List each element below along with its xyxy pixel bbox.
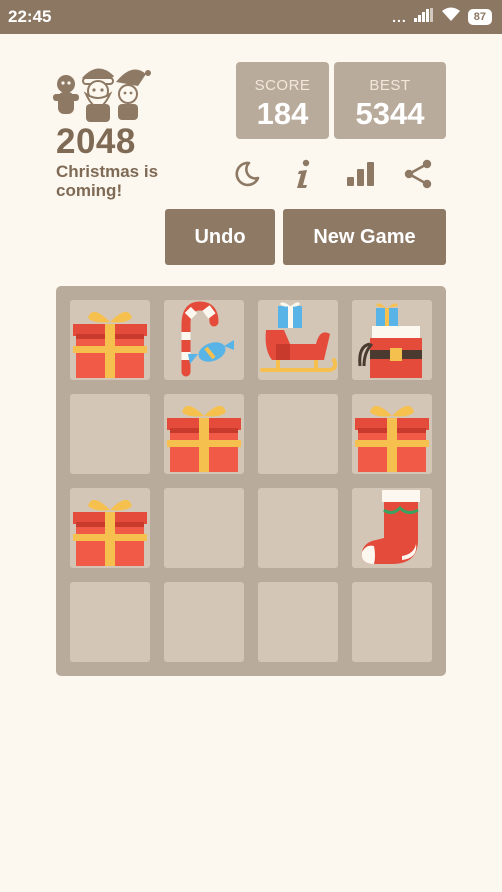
tile-candy-cane [164,300,244,380]
santa-sack-icon [352,300,432,380]
game-title: 2048 [56,122,136,161]
best-score-box: BEST 5344 [334,62,446,139]
signal-icon [413,7,434,27]
tile-gift-box [70,488,150,568]
christmas-logo [52,58,162,126]
candy-cane-icon [164,300,244,380]
status-icons: ... 87 [392,7,492,27]
empty-cell [70,582,150,662]
gift-box-icon [70,488,150,568]
info-icon[interactable] [283,154,323,194]
empty-cell [70,394,150,474]
best-value: 5344 [355,96,425,131]
empty-cell [258,394,338,474]
new-game-button[interactable]: New Game [283,209,446,265]
empty-cell [164,582,244,662]
sleigh-icon [258,300,338,380]
share-icon[interactable] [398,154,438,194]
score-label: SCORE [254,77,311,94]
game-subtitle: Christmas is coming! [56,162,159,200]
tile-gift-box [352,394,432,474]
tile-santa-sack [352,300,432,380]
toolbar-icons [226,154,446,194]
status-time: 22:45 [8,7,52,26]
notification-dots: ... [392,9,407,25]
gift-box-icon [70,300,150,380]
wifi-icon [441,7,461,27]
status-bar: 22:45 ... 87 [0,0,502,34]
stocking-icon [352,488,432,568]
empty-cell [352,582,432,662]
empty-cell [258,582,338,662]
empty-cell [164,488,244,568]
gift-box-icon [352,394,432,474]
tile-gift-box [164,394,244,474]
moon-icon[interactable] [226,154,266,194]
best-label: BEST [369,77,411,94]
gift-box-icon [164,394,244,474]
score-box: SCORE 184 [236,62,329,139]
tile-stocking [352,488,432,568]
battery-icon: 87 [467,9,492,25]
score-value: 184 [256,96,309,131]
tile-gift-box [70,300,150,380]
undo-button[interactable]: Undo [165,209,275,265]
leaderboard-icon[interactable] [341,154,381,194]
tile-sleigh [258,300,338,380]
game-board[interactable] [56,286,446,676]
empty-cell [258,488,338,568]
